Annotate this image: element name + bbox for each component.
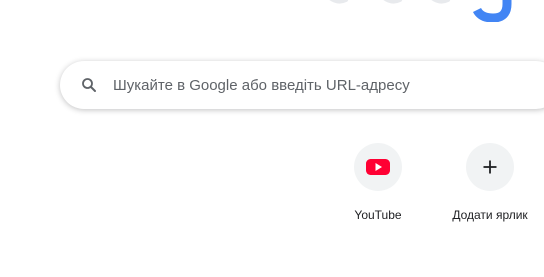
search-input[interactable] bbox=[113, 61, 533, 109]
youtube-icon bbox=[366, 159, 390, 175]
shortcut-icon-container bbox=[354, 143, 402, 191]
search-icon bbox=[82, 78, 96, 92]
shortcut-label: Додати ярлик bbox=[452, 208, 528, 222]
add-shortcut-button[interactable]: Додати ярлик bbox=[434, 130, 544, 242]
shortcut-youtube[interactable]: YouTube bbox=[322, 130, 434, 242]
shortcut-icon-container bbox=[466, 143, 514, 191]
new-tab-page: YouTube Додати ярлик bbox=[0, 0, 544, 277]
google-logo bbox=[329, 0, 512, 22]
shortcut-label: YouTube bbox=[354, 208, 402, 222]
search-box[interactable] bbox=[60, 61, 544, 109]
plus-icon bbox=[483, 160, 497, 174]
